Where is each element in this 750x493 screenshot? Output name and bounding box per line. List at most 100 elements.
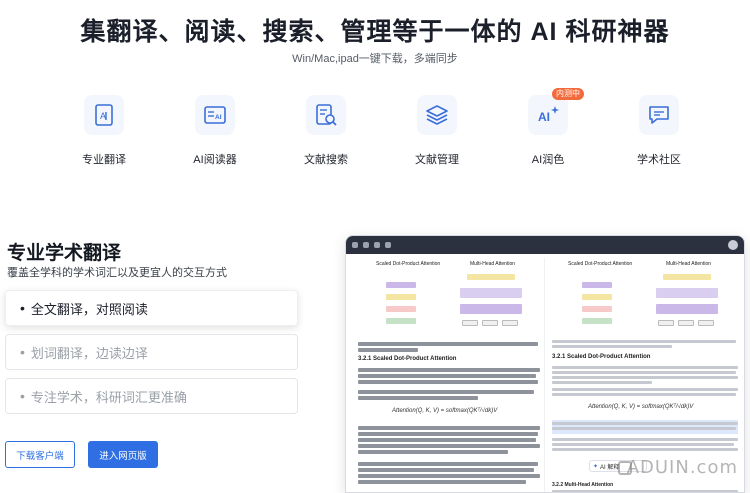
feature-translate[interactable]: A 专业翻译 bbox=[64, 95, 144, 167]
diagram-block bbox=[663, 274, 711, 280]
diagram-block bbox=[656, 288, 718, 298]
diagram-block bbox=[386, 306, 416, 312]
formula: Attention(Q, K, V) = softmax(QKᵀ/√dk)V bbox=[588, 404, 694, 410]
menu-icon bbox=[352, 242, 358, 248]
feature-search[interactable]: 文献搜索 bbox=[286, 95, 366, 167]
diagram-block bbox=[658, 320, 674, 326]
download-client-button[interactable]: 下载客户端 bbox=[5, 441, 75, 468]
feature-search-label: 文献搜索 bbox=[304, 154, 348, 166]
feature-manage[interactable]: 文献管理 bbox=[397, 95, 477, 167]
bullet-icon: • bbox=[20, 344, 25, 360]
text-line bbox=[552, 345, 672, 348]
diagram-block bbox=[386, 294, 416, 300]
diagram-title: Scaled Dot-Product Attention bbox=[568, 261, 633, 267]
diagram-block bbox=[582, 318, 612, 324]
bullet-icon: • bbox=[20, 300, 25, 316]
text-line bbox=[358, 348, 418, 352]
ai-reader-icon: AI bbox=[204, 106, 226, 124]
svg-text:AI: AI bbox=[538, 110, 550, 124]
feature-community-tile bbox=[639, 95, 679, 135]
feature-search-tile bbox=[306, 95, 346, 135]
preview-toolbar bbox=[346, 236, 744, 254]
beta-badge: 内测中 bbox=[552, 88, 584, 100]
diagram-title: Multi-Head Attention bbox=[666, 261, 712, 267]
section-heading: 3.2.2 Multi-Head Attention bbox=[552, 482, 614, 488]
ai-sparkle-icon: AI bbox=[538, 106, 559, 124]
text-line bbox=[552, 427, 736, 430]
feature-polish[interactable]: AI 内测中 AI润色 bbox=[508, 88, 588, 167]
diagram-block bbox=[460, 288, 522, 298]
diagram-block bbox=[462, 320, 478, 326]
text-line bbox=[358, 444, 540, 448]
option-full-translation[interactable]: • 全文翻译，对照阅读 bbox=[5, 290, 298, 326]
feature-community[interactable]: 学术社区 bbox=[619, 95, 699, 167]
feature-ai-reader-tile: AI bbox=[195, 95, 235, 135]
text-line bbox=[358, 450, 508, 454]
text-line bbox=[358, 480, 526, 484]
text-line bbox=[358, 374, 536, 378]
diagram-block bbox=[582, 294, 612, 300]
text-line bbox=[358, 438, 536, 442]
text-line bbox=[358, 432, 538, 436]
section-title: 专业学术翻译 bbox=[7, 243, 122, 264]
formula: Attention(Q, K, V) = softmax(QKᵀ/√dk)V bbox=[392, 408, 498, 414]
text-line bbox=[358, 396, 478, 400]
text-line bbox=[552, 371, 736, 374]
diagram-block bbox=[386, 318, 416, 324]
text-line bbox=[358, 426, 540, 430]
diagram-block bbox=[678, 320, 694, 326]
diagram-block bbox=[698, 320, 714, 326]
back-icon bbox=[363, 242, 369, 248]
section-heading: 3.2.1 Scaled Dot-Product Attention bbox=[358, 356, 457, 362]
document-a-icon: A bbox=[95, 104, 113, 126]
text-line bbox=[552, 381, 652, 384]
ai-sparkle-icon: ✦ bbox=[593, 463, 599, 470]
diagram-block bbox=[502, 320, 518, 326]
diagram-block bbox=[482, 320, 498, 326]
hero-title: 集翻译、阅读、搜索、管理等于一体的 AI 科研神器 bbox=[80, 18, 670, 46]
text-line bbox=[358, 468, 534, 472]
diagram-block bbox=[460, 304, 522, 314]
section-subtitle: 覆盖全学科的学术词汇以及更宜人的交互方式 bbox=[7, 267, 227, 279]
diagram-title: Multi-Head Attention bbox=[470, 261, 516, 267]
diagram-block bbox=[582, 282, 612, 288]
feature-community-label: 学术社区 bbox=[637, 154, 681, 166]
text-line bbox=[358, 462, 538, 466]
feature-polish-label: AI润色 bbox=[531, 154, 565, 166]
app-preview: Scaled Dot-Product Attention Multi-Head … bbox=[345, 235, 745, 493]
diagram-block bbox=[467, 274, 515, 280]
option-selection-translation[interactable]: • 划词翻译，边读边译 bbox=[5, 334, 298, 370]
text-line bbox=[552, 438, 738, 441]
text-line bbox=[358, 390, 534, 394]
feature-manage-label: 文献管理 bbox=[415, 154, 459, 166]
text-line bbox=[358, 342, 538, 346]
text-line bbox=[358, 474, 540, 478]
text-line bbox=[552, 340, 736, 343]
text-line bbox=[358, 368, 540, 372]
feature-list: A 专业翻译 AI AI阅读器 文献搜索 文献管理 AI 内测中 AI润色 学术… bbox=[47, 88, 707, 170]
diagram-title: Scaled Dot-Product Attention bbox=[376, 261, 441, 267]
feature-translate-label: 专业翻译 bbox=[82, 154, 126, 166]
feature-translate-tile: A bbox=[84, 95, 124, 135]
avatar bbox=[728, 240, 738, 250]
diagram-block bbox=[656, 304, 718, 314]
diagram-block bbox=[582, 306, 612, 312]
text-line bbox=[358, 380, 538, 384]
layers-icon bbox=[426, 105, 448, 125]
text-line bbox=[552, 422, 738, 425]
svg-text:AI: AI bbox=[215, 114, 222, 121]
section-heading: 3.2.1 Scaled Dot-Product Attention bbox=[552, 354, 651, 360]
hero-subtitle: Win/Mac,ipad一键下载，多端同步 bbox=[292, 53, 458, 65]
bullet-icon: • bbox=[20, 388, 25, 404]
feature-manage-tile bbox=[417, 95, 457, 135]
feature-ai-reader[interactable]: AI AI阅读器 bbox=[175, 95, 255, 167]
web-version-button[interactable]: 进入网页版 bbox=[88, 441, 158, 468]
text-line bbox=[552, 393, 736, 396]
ai-explain-label: AI 解释 bbox=[600, 464, 620, 471]
diagram-block bbox=[386, 282, 416, 288]
option-academic-terms[interactable]: • 专注学术，科研词汇更准确 bbox=[5, 378, 298, 414]
doc-search-icon bbox=[316, 104, 337, 126]
text-line bbox=[552, 366, 738, 369]
feature-ai-reader-label: AI阅读器 bbox=[193, 154, 237, 166]
text-line bbox=[552, 443, 734, 446]
